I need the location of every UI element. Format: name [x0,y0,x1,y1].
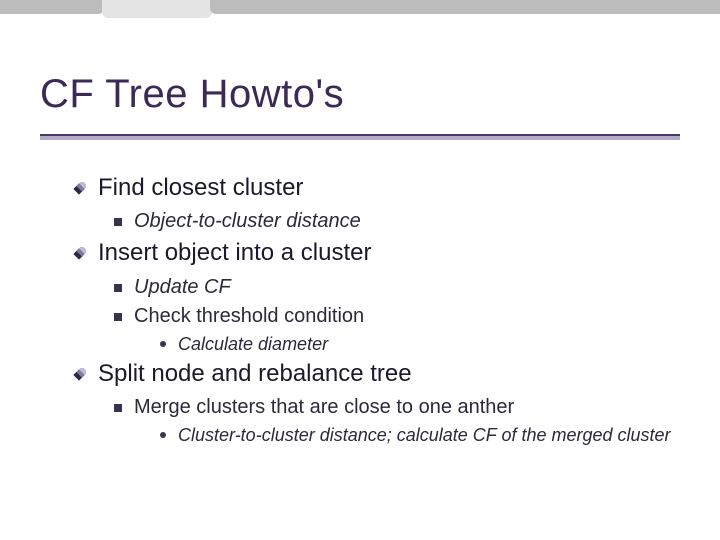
list-item-text: Update CF [134,274,231,301]
list-item: Check threshold condition [114,303,682,330]
tab-segment-active [102,0,212,18]
dot-bullet-icon [160,341,166,347]
list-item-text: Object-to-cluster distance [134,208,361,235]
list-item-text: Calculate diameter [178,332,328,356]
diamond-bullet-icon [72,247,86,261]
list-item-text: Merge clusters that are close to one ant… [134,394,514,421]
slide: CF Tree Howto's Find closest cluster Obj… [0,0,720,540]
slide-title: CF Tree Howto's [40,72,344,117]
tab-segment [0,0,104,14]
list-item-text: Cluster-to-cluster distance; calculate C… [178,423,671,447]
square-bullet-icon [114,218,122,226]
list-item: Object-to-cluster distance [114,208,682,235]
square-bullet-icon [114,284,122,292]
list-item: Find closest cluster [72,172,682,204]
list-item: Split node and rebalance tree [72,358,682,390]
list-item-text: Insert object into a cluster [98,237,371,269]
square-bullet-icon [114,404,122,412]
list-item: Update CF [114,274,682,301]
list-item-text: Split node and rebalance tree [98,358,412,390]
top-tab-decoration [0,0,720,20]
dot-bullet-icon [160,432,166,438]
list-item: Insert object into a cluster [72,237,682,269]
square-bullet-icon [114,313,122,321]
list-item-text: Find closest cluster [98,172,303,204]
content-area: Find closest cluster Object-to-cluster d… [72,172,682,450]
list-item: Cluster-to-cluster distance; calculate C… [160,423,682,447]
diamond-bullet-icon [72,182,86,196]
title-underline-shadow [40,136,680,140]
diamond-bullet-icon [72,368,86,382]
tab-segment [210,0,720,14]
list-item: Merge clusters that are close to one ant… [114,394,682,421]
list-item: Calculate diameter [160,332,682,356]
list-item-text: Check threshold condition [134,303,364,330]
